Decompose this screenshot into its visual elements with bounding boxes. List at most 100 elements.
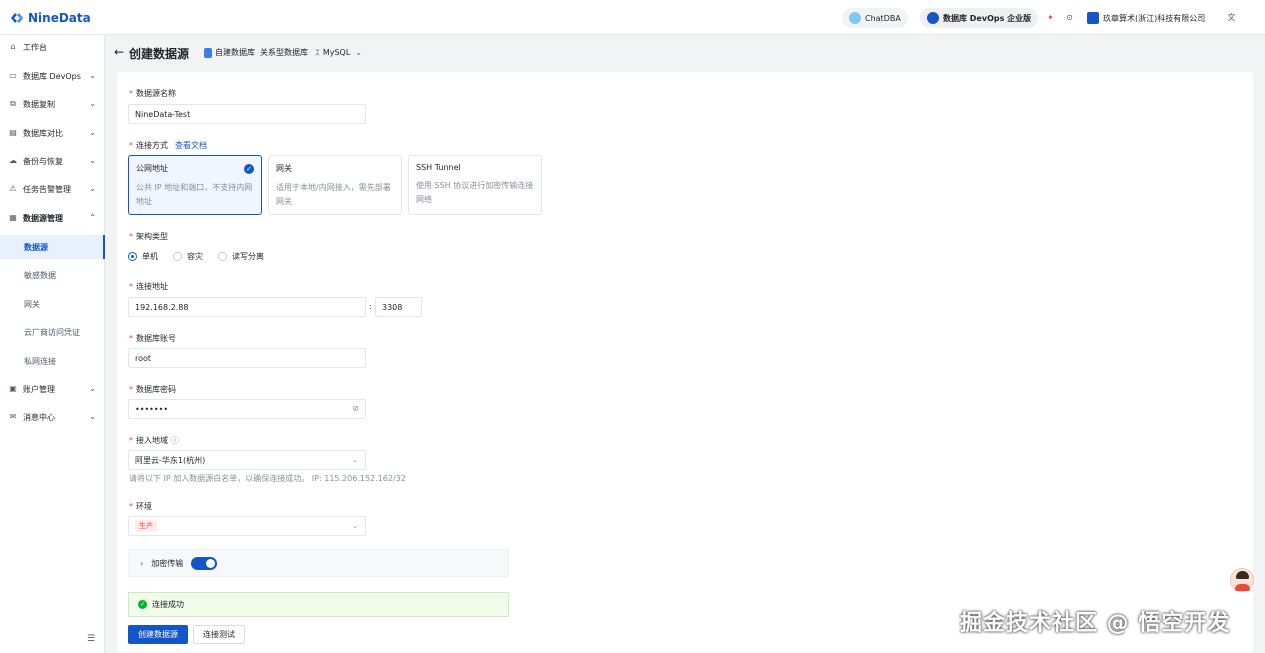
- sidebar-item-devops[interactable]: ▭ 数据库 DevOps ⌄: [0, 64, 105, 88]
- port-separator: :: [369, 302, 372, 311]
- mysql-icon: ᛯ: [315, 48, 320, 57]
- datasource-name-input[interactable]: NineData-Test: [128, 104, 366, 124]
- chevron-down-icon: ⌄: [89, 384, 96, 393]
- sidebar-item-accounts[interactable]: ▣ 账户管理 ⌄: [0, 377, 105, 401]
- success-check-icon: ✓: [138, 600, 147, 609]
- sidebar-item-datasource-mgmt[interactable]: ▦ 数据源管理 ⌃: [0, 206, 105, 230]
- home-icon: ⌂: [10, 42, 16, 51]
- mail-icon: ✉: [9, 412, 17, 421]
- back-arrow-icon[interactable]: ←: [114, 45, 124, 59]
- sidebar-item-label: 数据库对比: [23, 128, 63, 138]
- sidebar-sub-private-link[interactable]: 私网连接: [0, 349, 105, 373]
- option-title: 网关: [276, 164, 292, 173]
- option-desc: 公共 IP 地址和端口，不支持内网地址: [136, 183, 253, 206]
- help-icon[interactable]: ⊙: [1064, 12, 1075, 23]
- region-select[interactable]: 阿里云-华东1(杭州) ⌄: [128, 450, 366, 470]
- sidebar-item-compare[interactable]: ▤ 数据库对比 ⌄: [0, 121, 105, 145]
- assistant-avatar-icon[interactable]: [1230, 568, 1254, 592]
- collapse-sidebar-icon[interactable]: ☰: [86, 634, 96, 644]
- chevron-down-icon: ⌄: [352, 456, 358, 464]
- chevron-down-icon: ⌄: [89, 184, 96, 193]
- radio-label: 读写分离: [232, 252, 264, 261]
- org-logo-icon: [1087, 12, 1099, 24]
- edition-icon: [927, 12, 939, 24]
- breadcrumb-relational: 关系型数据库: [260, 48, 308, 57]
- account-icon: ▣: [9, 384, 17, 393]
- create-datasource-button[interactable]: 创建数据源: [128, 625, 188, 644]
- sidebar-sub-gateway[interactable]: 网关: [0, 292, 105, 316]
- sidebar-sub-label: 敏感数据: [24, 270, 56, 280]
- edition-button[interactable]: 数据库 DevOps 企业版: [920, 8, 1039, 28]
- conn-option-ssh[interactable]: SSH Tunnel 使用 SSH 协议进行加密传输连接网络: [408, 155, 542, 215]
- help-circle-icon[interactable]: ⓘ: [171, 436, 179, 445]
- radio-label: 单机: [142, 252, 158, 261]
- sidebar-item-messages[interactable]: ✉ 消息中心 ⌄: [0, 405, 105, 429]
- language-icon[interactable]: 文: [1226, 12, 1237, 23]
- env-tag: 生产: [135, 520, 157, 532]
- conn-option-public[interactable]: 公网地址 公共 IP 地址和端口，不支持内网地址 ✓: [128, 155, 262, 215]
- sidebar-item-workbench[interactable]: ⌂ 工作台: [0, 35, 105, 59]
- env-label-text: 环境: [136, 502, 152, 511]
- name-value: NineData-Test: [135, 109, 191, 119]
- host-input[interactable]: 192.168.2.88: [128, 297, 366, 317]
- sidebar-sub-label: 私网连接: [24, 356, 56, 366]
- ninedata-logo-icon: [10, 11, 24, 25]
- arch-label: * 架构类型: [129, 232, 168, 241]
- org-label: 玖章算术(浙江)科技有限公司: [1103, 13, 1206, 23]
- sidebar: ⌂ 工作台 ▭ 数据库 DevOps ⌄ ⧉ 数据复制 ⌄ ▤ 数据库对比 ⌄ …: [0, 35, 105, 653]
- arch-radio-standalone[interactable]: 单机: [128, 251, 158, 262]
- notification-icon[interactable]: ✦: [1045, 12, 1056, 23]
- chevron-down-icon: ⌄: [89, 156, 96, 165]
- sidebar-sub-cloud-credentials[interactable]: 云厂商访问凭证: [0, 320, 105, 344]
- arch-label-text: 架构类型: [136, 232, 168, 241]
- region-value: 阿里云-华东1(杭州): [135, 455, 206, 465]
- addr-label: * 连接地址: [129, 282, 168, 291]
- option-desc: 适用于本地/内网接入，需先部署网关: [276, 183, 391, 206]
- port-input[interactable]: 3308: [375, 297, 422, 317]
- option-title: SSH Tunnel: [416, 163, 461, 172]
- sidebar-sub-datasource[interactable]: 数据源: [0, 235, 105, 259]
- chevron-down-icon[interactable]: ⌄: [355, 48, 362, 57]
- name-label-text: 数据源名称: [136, 89, 176, 98]
- org-switcher[interactable]: 玖章算术(浙江)科技有限公司: [1080, 8, 1212, 28]
- encrypt-section[interactable]: › 加密传输: [128, 549, 509, 577]
- sidebar-item-replication[interactable]: ⧉ 数据复制 ⌄: [0, 92, 105, 116]
- sidebar-item-backup[interactable]: ☁ 备份与恢复 ⌄: [0, 149, 105, 173]
- encrypt-toggle[interactable]: [191, 556, 218, 570]
- region-label: * 接入地域 ⓘ: [129, 436, 179, 445]
- option-desc: 使用 SSH 协议进行加密传输连接网络: [416, 181, 534, 204]
- password-value: •••••••: [135, 404, 169, 414]
- app-logo[interactable]: NineData: [10, 9, 91, 27]
- breadcrumb-self-built: 自建数据库: [215, 48, 255, 57]
- password-label-text: 数据库密码: [136, 385, 176, 394]
- sidebar-item-label: 数据复制: [23, 99, 55, 109]
- account-input[interactable]: root: [128, 348, 366, 368]
- arch-radio-rw-split[interactable]: 读写分离: [218, 251, 264, 262]
- env-select[interactable]: 生产 ⌄: [128, 516, 366, 536]
- conn-option-gateway[interactable]: 网关 适用于本地/内网接入，需先部署网关: [268, 155, 402, 215]
- encrypt-label: 加密传输: [151, 558, 184, 568]
- alert-icon: ⚠: [9, 184, 17, 193]
- region-ip-hint: 请将以下 IP 加入数据源白名单，以确保连接成功。 IP: 115.206.15…: [129, 474, 406, 483]
- chevron-right-icon[interactable]: ›: [140, 559, 143, 568]
- top-bar: NineData ChatDBA 数据库 DevOps 企业版 ✦ ⊙ 玖章算术…: [0, 0, 1265, 35]
- backup-icon: ☁: [9, 156, 17, 165]
- sidebar-item-label: 数据源管理: [23, 213, 63, 223]
- chevron-down-icon: ⌄: [352, 522, 358, 530]
- chevron-down-icon: ⌄: [89, 71, 96, 80]
- conn-label: * 连接方式 查看文档: [129, 141, 207, 150]
- host-value: 192.168.2.88: [135, 302, 189, 312]
- sidebar-sub-sensitive[interactable]: 敏感数据: [0, 263, 105, 287]
- chatdba-button[interactable]: ChatDBA: [842, 8, 908, 28]
- connection-success-banner: ✓ 连接成功: [128, 592, 509, 617]
- view-docs-link[interactable]: 查看文档: [175, 141, 207, 150]
- test-connection-button[interactable]: 连接测试: [193, 625, 245, 644]
- arch-radio-dr[interactable]: 容灾: [173, 251, 203, 262]
- eye-off-icon[interactable]: ⊘: [352, 404, 359, 413]
- password-input[interactable]: ••••••• ⊘: [128, 399, 366, 419]
- datasource-icon: ▦: [9, 213, 17, 222]
- account-label: * 数据库账号: [129, 334, 176, 343]
- sidebar-item-alerts[interactable]: ⚠ 任务告警管理 ⌄: [0, 177, 105, 201]
- sidebar-sub-label: 云厂商访问凭证: [24, 327, 80, 337]
- chevron-down-icon: ⌄: [89, 412, 96, 421]
